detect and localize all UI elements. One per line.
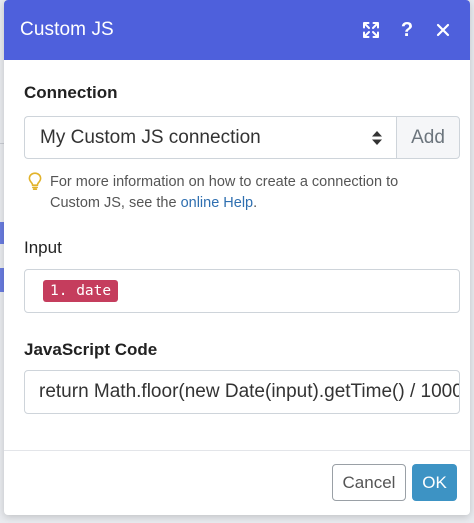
- cancel-button[interactable]: Cancel: [332, 464, 406, 501]
- input-label: Input: [24, 238, 62, 257]
- connection-row: My Custom JS connection Add: [24, 116, 460, 159]
- sort-arrows-icon: [372, 130, 382, 145]
- hint-text: For more information on how to create a …: [50, 172, 448, 214]
- modal-title: Custom JS: [20, 19, 114, 40]
- custom-js-modal: Custom JS ? Connection My Custom JS conn…: [4, 0, 470, 515]
- javascript-code-label: JavaScript Code: [24, 340, 158, 359]
- footer-divider: [4, 450, 470, 451]
- screen: Custom JS ? Connection My Custom JS conn…: [0, 0, 474, 523]
- ok-button[interactable]: OK: [412, 464, 457, 501]
- expand-icon[interactable]: [360, 19, 382, 41]
- connection-selected-value: My Custom JS connection: [40, 126, 261, 148]
- javascript-code-input[interactable]: return Math.floor(new Date(input).getTim…: [24, 370, 460, 414]
- header-actions: ?: [360, 19, 454, 41]
- date-variable-pill[interactable]: 1. date: [43, 280, 119, 302]
- online-help-link[interactable]: online Help: [181, 195, 254, 211]
- hint-suffix: .: [253, 195, 258, 211]
- connection-hint: For more information on how to create a …: [28, 172, 448, 214]
- connection-label: Connection: [24, 83, 118, 102]
- help-glyph: ?: [400, 19, 414, 41]
- connection-select[interactable]: My Custom JS connection: [24, 116, 396, 159]
- add-connection-button[interactable]: Add: [396, 116, 460, 159]
- help-icon[interactable]: ?: [396, 19, 418, 41]
- input-field[interactable]: 1. date: [24, 269, 460, 313]
- lightbulb-icon: [28, 172, 42, 214]
- modal-header: Custom JS ?: [4, 0, 470, 60]
- close-icon[interactable]: [432, 19, 454, 41]
